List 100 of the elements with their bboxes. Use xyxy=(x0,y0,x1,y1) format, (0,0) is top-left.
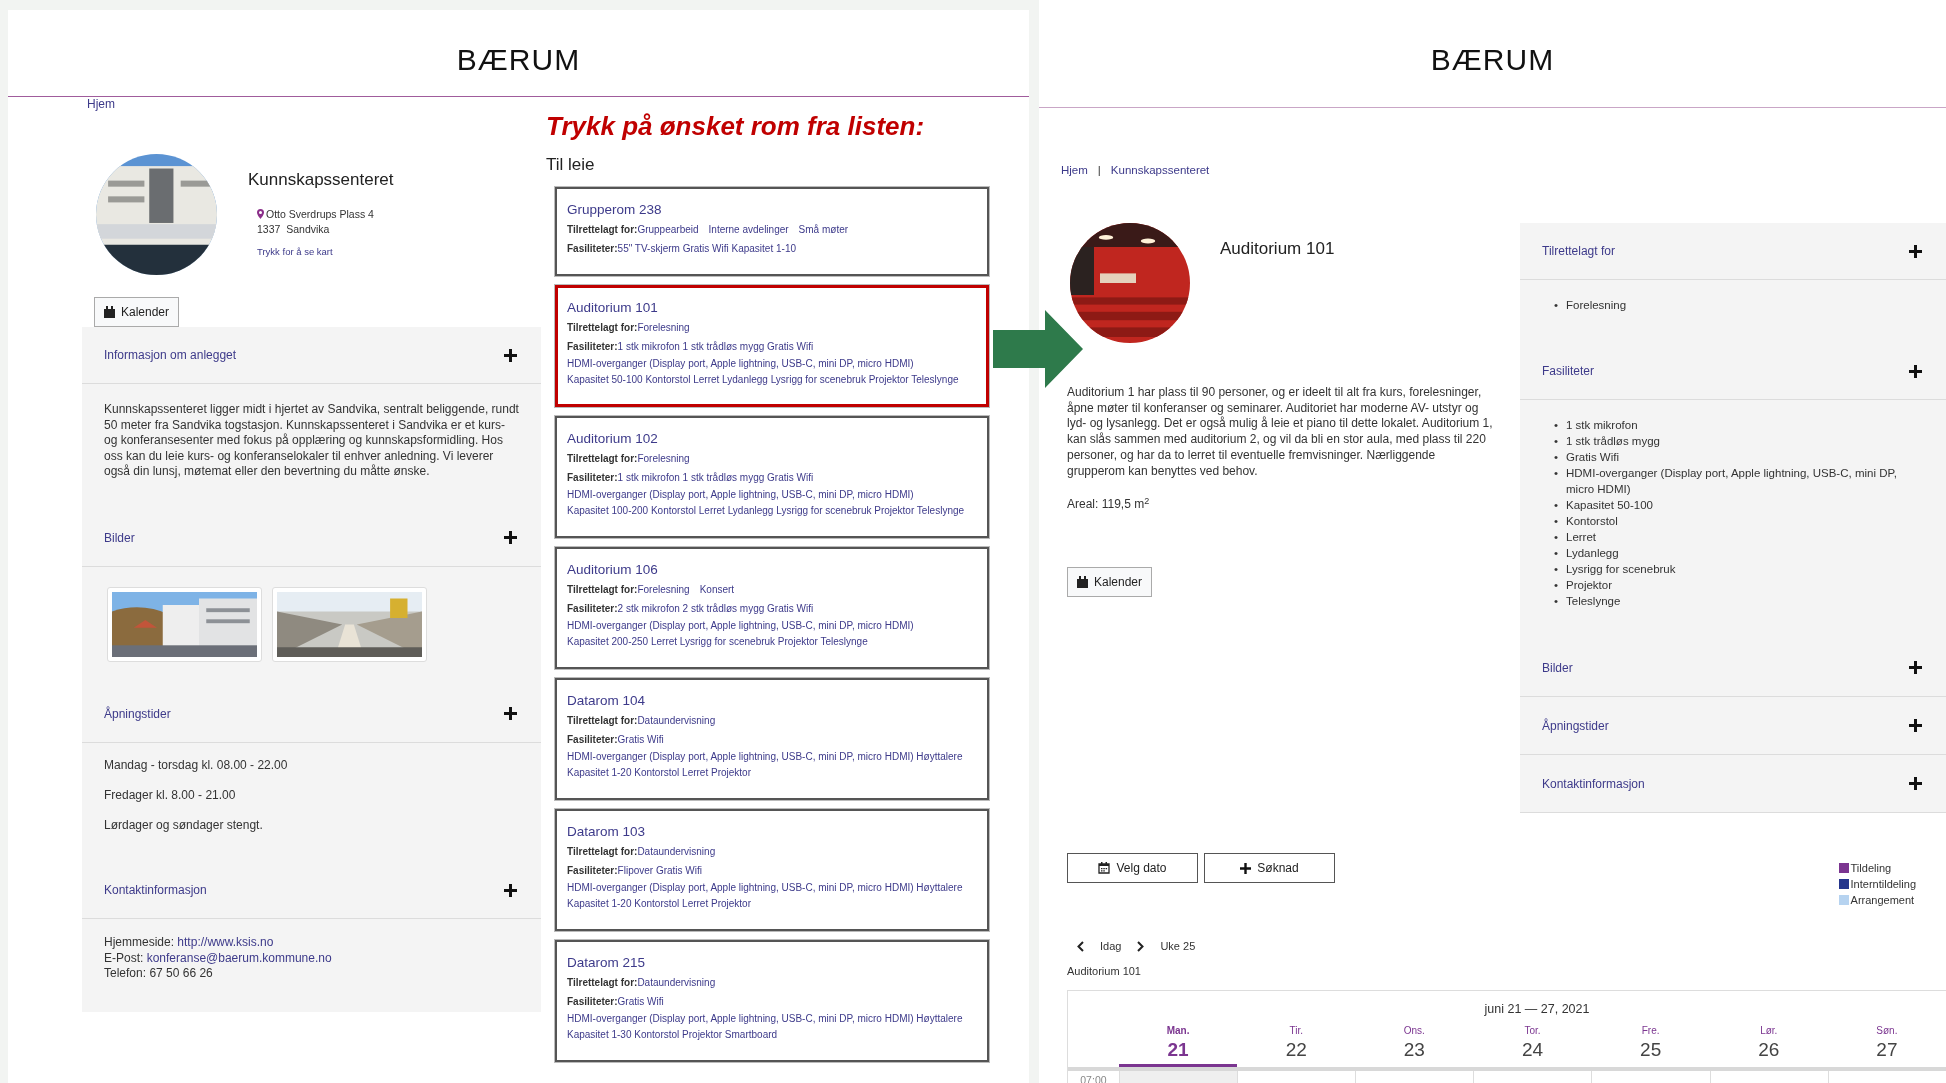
chevron-right-icon[interactable] xyxy=(1137,940,1145,952)
plus-icon xyxy=(1909,364,1922,378)
facilities-line: HDMI-overganger (Display port, Apple lightning, USB-C, mini DP, micro HDMI) xyxy=(567,356,915,371)
accordion-header[interactable]: Tilrettelagt for xyxy=(1520,223,1946,280)
week-label: Uke 25 xyxy=(1160,939,1196,954)
room-card[interactable] xyxy=(555,808,989,931)
area-text: Areal: 119,5 m$^{2}$ xyxy=(1067,495,1151,514)
list-title: Til leie xyxy=(546,154,596,176)
day-tab[interactable]: Ons. 23 xyxy=(1355,1022,1474,1067)
day-tab[interactable]: Lør. 26 xyxy=(1709,1022,1828,1067)
room-card[interactable] xyxy=(555,284,989,407)
facility-name: Kunnskapssenteret xyxy=(248,169,394,191)
room-card[interactable]: Datarom 104 Tilrettelagt for:Dataundervisning Fasiliteter:Gratis Wifi HDMI-overganger (Display port, Apple lightning, USB-C, mini DP, micro HDMI) Høyttalere Kapasitet 1-20 Kontorstol Lerret Projektor xyxy=(555,677,989,800)
plus-icon xyxy=(504,348,517,362)
day-tab[interactable]: Tor. 24 xyxy=(1473,1022,1592,1067)
contact-link[interactable]: http://www.ksis.no xyxy=(177,935,274,949)
facilities-line: Kapasitet 1-30 Kontorstol Projektor Smartboard xyxy=(567,1028,779,1042)
accordion-header[interactable]: Åpningstider xyxy=(82,685,541,743)
opening-hours: Fredager kl. 8.00 - 21.00 xyxy=(104,787,237,803)
accordion-header[interactable]: Kontaktinformasjon xyxy=(1520,755,1946,813)
facilities-line: HDMI-overganger (Display port, Apple lightning, USB-C, mini DP, micro HDMI) Høyttalere xyxy=(567,1011,964,1026)
bullet: • xyxy=(1554,498,1560,513)
time-label: 07:00 xyxy=(1079,1072,1108,1083)
room-card[interactable] xyxy=(555,546,989,669)
suitability-line: Tilrettelagt for:Forelesning xyxy=(567,451,691,466)
calendar-icon xyxy=(1098,862,1111,874)
map-pin-icon xyxy=(257,209,264,220)
address-line: Otto Sverdrups Plass 4 xyxy=(266,206,374,222)
list-item: Gratis Wifi xyxy=(1566,450,1620,465)
accordion-header[interactable]: Fasiliteter xyxy=(1520,343,1946,400)
resource-label: Auditorium 101 xyxy=(1067,963,1142,979)
plus-icon xyxy=(1240,862,1252,874)
day-tab[interactable]: Tir. 22 xyxy=(1237,1022,1356,1067)
bullet: • xyxy=(1554,466,1560,481)
breadcrumb-separator: | xyxy=(1097,162,1101,178)
list-item: 1 stk trådløs mygg xyxy=(1566,434,1660,449)
calendar-button[interactable]: Kalender xyxy=(94,297,180,327)
list-item: HDMI-overganger (Display port, Apple lightning, USB-C, mini DP, micro HDMI) xyxy=(1566,466,1898,497)
breadcrumb-link[interactable]: Hjem xyxy=(1061,161,1088,180)
day-tab[interactable]: Søn. 27 xyxy=(1827,1022,1946,1067)
room-name: Auditorium 102 xyxy=(567,429,659,448)
application-button[interactable]: Søknad xyxy=(1204,853,1335,883)
accordion-header[interactable]: Åpningstider xyxy=(1520,697,1946,755)
room-card[interactable] xyxy=(555,415,989,538)
room-card[interactable] xyxy=(555,939,989,1062)
map-link[interactable]: Trykk for å se kart xyxy=(257,245,333,260)
contact-line: Telefon: 67 50 66 26 xyxy=(104,966,214,982)
breadcrumb-link[interactable]: Hjem xyxy=(87,97,115,111)
logo: BÆRUM xyxy=(456,41,581,78)
date-range: juni 21 — 27, 2021 xyxy=(1483,1001,1591,1018)
facilities-line: Kapasitet 100-200 Kontorstol Lerret Lydanlegg Lysrigg for scenebruk Projektor Teleslynge xyxy=(567,504,966,518)
legend-label: Arrangement xyxy=(1850,893,1915,908)
room-title: Auditorium 101 xyxy=(1220,238,1335,260)
calendar-icon xyxy=(1077,576,1088,589)
contact-line: Hjemmeside: http://www.ksis.no xyxy=(104,935,275,951)
list-item: Lydanlegg xyxy=(1566,546,1619,561)
list-item: Projektor xyxy=(1566,578,1613,593)
bullet: • xyxy=(1554,562,1560,577)
facilities-line: HDMI-overganger (Display port, Apple lightning, USB-C, mini DP, micro HDMI) xyxy=(567,487,915,502)
room-card[interactable]: Grupperom 238 Tilrettelagt for:Gruppearbeid Interne avdelinger Små møter Fasiliteter:55" TV-skjerm Gratis Wifi Kapasitet 1-10 xyxy=(555,186,989,276)
list-item: Kapasitet 50-100 xyxy=(1566,498,1653,513)
suitability-line: Tilrettelagt for:Dataundervisning xyxy=(567,844,717,859)
room-name: Datarom 103 xyxy=(567,822,647,841)
logo: BÆRUM xyxy=(1430,42,1555,78)
opening-hours: Mandag - torsdag kl. 08.00 - 22.00 xyxy=(104,757,289,773)
facilities-line: Fasiliteter:Gratis Wifi xyxy=(567,995,665,1009)
facilities-line: Fasiliteter:2 stk mikrofon 2 stk trådløs mygg Gratis Wifi xyxy=(567,602,815,616)
room-name: Datarom 104 xyxy=(567,691,647,710)
accordion-header[interactable]: Bilder xyxy=(82,509,541,567)
accordion-header[interactable]: Bilder xyxy=(1520,639,1946,697)
facilities-line: Kapasitet 200-250 Lerret Lysrigg for scenebruk Projektor Teleslynge xyxy=(567,635,869,649)
room-name: Auditorium 101 xyxy=(567,298,659,317)
suitability-line: Tilrettelagt for:Forelesning Konsert xyxy=(567,582,736,597)
chevron-left-icon[interactable] xyxy=(1077,940,1084,952)
bullet: • xyxy=(1554,298,1560,313)
facilities-line: Kapasitet 50-100 Kontorstol Lerret Lydanlegg Lysrigg for scenebruk Projektor Teleslynge xyxy=(567,373,960,387)
room-name: Grupperom 238 xyxy=(567,200,663,219)
plus-icon xyxy=(504,531,517,544)
facilities-line: Fasiliteter:1 stk mikrofon 1 stk trådløs mygg Gratis Wifi xyxy=(567,340,815,354)
day-tab[interactable]: Fre. 25 xyxy=(1591,1022,1710,1067)
today-button[interactable]: Idag xyxy=(1100,938,1122,955)
legend-label: Tildeling xyxy=(1850,861,1892,876)
calendar-icon xyxy=(104,306,115,318)
calendar-button[interactable]: Kalender xyxy=(1067,567,1153,598)
bullet: • xyxy=(1554,578,1560,593)
plus-icon xyxy=(1909,777,1922,790)
breadcrumb-link[interactable]: Kunnskapssenteret xyxy=(1110,161,1210,180)
accordion-header[interactable]: Informasjon om anlegget xyxy=(82,327,541,384)
facilities-line: Kapasitet 1-20 Kontorstol Lerret Projektor xyxy=(567,897,752,911)
facilities-line: HDMI-overganger (Display port, Apple lightning, USB-C, mini DP, micro HDMI) xyxy=(567,618,915,633)
facilities-line: HDMI-overganger (Display port, Apple lightning, USB-C, mini DP, micro HDMI) Høyttalere xyxy=(567,749,964,764)
bullet: • xyxy=(1554,514,1560,529)
list-item: Lerret xyxy=(1566,530,1597,545)
plus-icon xyxy=(504,883,517,897)
accordion-header[interactable]: Kontaktinformasjon xyxy=(82,862,541,919)
contact-link[interactable]: konferanse@baerum.kommune.no xyxy=(146,950,332,965)
bullet: • xyxy=(1554,530,1560,545)
facilities-line: HDMI-overganger (Display port, Apple lightning, USB-C, mini DP, micro HDMI) Høyttalere xyxy=(567,880,964,895)
facilities-line: Fasiliteter:Flipover Gratis Wifi xyxy=(567,864,704,878)
date-picker-button[interactable]: Velg dato xyxy=(1067,853,1198,883)
